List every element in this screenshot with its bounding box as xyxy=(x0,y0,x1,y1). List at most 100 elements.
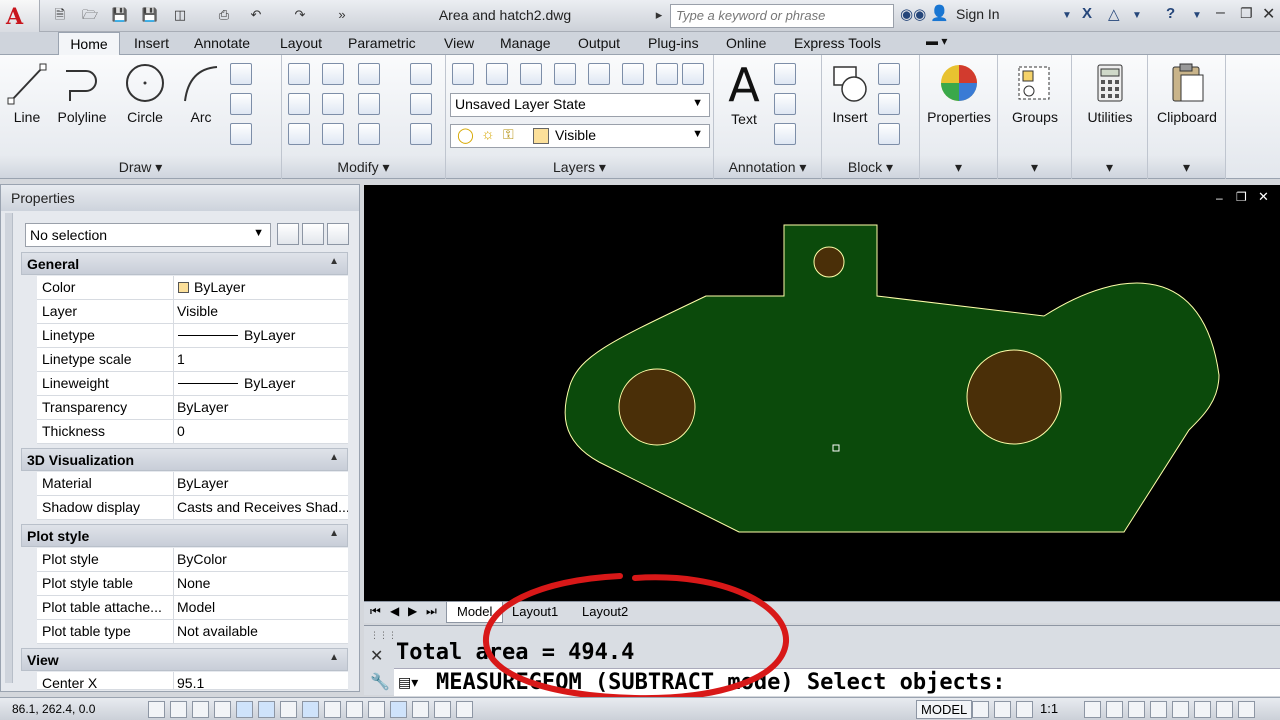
section-3d-visualization[interactable]: 3D Visualization ▲ xyxy=(21,448,348,471)
tab-express-tools[interactable]: Express Tools xyxy=(794,35,881,51)
prop-row-lineweight[interactable]: Lineweight ByLayer xyxy=(37,372,348,396)
clipboard-panel-expand[interactable]: ▾ xyxy=(1148,156,1225,178)
section-general[interactable]: General ▲ xyxy=(21,252,348,275)
toggle-pickadd-icon[interactable] xyxy=(277,223,299,245)
select-objects-icon[interactable] xyxy=(302,223,324,245)
customize-wrench-icon[interactable]: 🔧 xyxy=(370,672,390,692)
tab-home[interactable]: Home xyxy=(58,32,120,56)
save-as-icon[interactable]: 💾 xyxy=(140,5,160,25)
prop-row-center-x[interactable]: Center X 95.1 xyxy=(37,672,348,690)
mirror-icon[interactable] xyxy=(322,93,344,115)
prop-row-layer[interactable]: Layer Visible xyxy=(37,300,348,324)
restore-icon[interactable]: ❐ xyxy=(1240,5,1253,22)
tab-layout[interactable]: Layout xyxy=(280,35,322,51)
prop-row-linetype-scale[interactable]: Linetype scale 1 xyxy=(37,348,348,372)
minimize-icon[interactable]: – xyxy=(1216,4,1225,22)
lineweight-icon[interactable] xyxy=(368,701,385,718)
dimension-icon[interactable] xyxy=(774,63,796,85)
polar-tracking-icon[interactable] xyxy=(236,701,253,718)
offset-icon[interactable] xyxy=(410,123,432,145)
table-icon[interactable] xyxy=(774,123,796,145)
prop-row-transparency[interactable]: Transparency ByLayer xyxy=(37,396,348,420)
block-panel-title[interactable]: Block ▾ xyxy=(822,156,919,178)
tab-plug-ins[interactable]: Plug-ins xyxy=(648,35,699,51)
prop-row-plot-table-attached[interactable]: Plot table attache... Model xyxy=(37,596,348,620)
quick-select-icon[interactable] xyxy=(327,223,349,245)
edit-attributes-icon[interactable] xyxy=(878,123,900,145)
prop-row-plot-style-table[interactable]: Plot style table None xyxy=(37,572,348,596)
binoculars-icon[interactable]: ◉◉ xyxy=(900,5,926,23)
close-icon[interactable]: ✕ xyxy=(1262,4,1275,24)
quick-view-drawings-icon[interactable] xyxy=(994,701,1011,718)
redo-icon[interactable]: ↷ xyxy=(290,5,310,25)
left-hole-circle[interactable] xyxy=(618,368,696,446)
text-button[interactable]: A Text xyxy=(720,59,768,127)
last-layout-icon[interactable]: ⏭ xyxy=(426,604,437,619)
fillet-icon[interactable] xyxy=(358,93,380,115)
open-icon[interactable]: 🗁 xyxy=(80,5,100,25)
tab-annotate[interactable]: Annotate xyxy=(194,35,250,51)
status-menu-icon[interactable] xyxy=(1216,701,1233,718)
prop-row-color[interactable]: Color ByLayer xyxy=(37,276,348,300)
snap-mode-icon[interactable] xyxy=(170,701,187,718)
infer-constraints-icon[interactable] xyxy=(148,701,165,718)
properties-palette-title[interactable]: Properties xyxy=(1,185,359,211)
explode-icon[interactable] xyxy=(410,93,432,115)
layer-freeze-icon[interactable] xyxy=(588,63,610,85)
ortho-mode-icon[interactable] xyxy=(214,701,231,718)
line-button[interactable]: Line xyxy=(4,61,50,125)
scale-icon[interactable] xyxy=(322,123,344,145)
auto-scale-icon[interactable] xyxy=(1106,701,1123,718)
help-icon[interactable]: ? xyxy=(1166,5,1175,22)
annotation-panel-title[interactable]: Annotation ▾ xyxy=(714,156,821,178)
erase-icon[interactable] xyxy=(410,63,432,85)
ribbon-toggle-icon[interactable]: ▬ ▾ xyxy=(926,34,947,48)
layers-panel-title[interactable]: Layers ▾ xyxy=(446,156,713,178)
copy-icon[interactable] xyxy=(288,93,310,115)
plot-preview-icon[interactable]: ◫ xyxy=(170,5,190,25)
edit-block-icon[interactable] xyxy=(878,93,900,115)
layer-match-icon[interactable] xyxy=(486,63,508,85)
layer-previous-icon[interactable] xyxy=(520,63,542,85)
command-close-icon[interactable]: ✕ xyxy=(370,646,383,666)
transparency-icon[interactable] xyxy=(390,701,407,718)
layer-state-combo[interactable]: Unsaved Layer State ▼ xyxy=(450,93,710,117)
object-snap-icon[interactable] xyxy=(258,701,275,718)
layer-off-icon[interactable] xyxy=(622,63,644,85)
groups-button[interactable]: Groups xyxy=(1000,61,1070,125)
layer-on-icon[interactable] xyxy=(682,63,704,85)
allow-ucs-icon[interactable] xyxy=(324,701,341,718)
coordinates-readout[interactable]: 86.1, 262.4, 0.0 xyxy=(12,702,95,716)
next-layout-icon[interactable]: ▶ xyxy=(408,604,417,618)
prop-row-plot-table-type[interactable]: Plot table type Not available xyxy=(37,620,348,644)
utilities-panel-expand[interactable]: ▾ xyxy=(1072,156,1147,178)
selection-cycling-icon[interactable] xyxy=(434,701,451,718)
move-icon[interactable] xyxy=(288,63,310,85)
annotation-scale-icon[interactable] xyxy=(1016,701,1033,718)
create-block-icon[interactable] xyxy=(878,63,900,85)
workspace-switching-icon[interactable] xyxy=(1128,701,1145,718)
prop-row-plot-style[interactable]: Plot style ByColor xyxy=(37,548,348,572)
properties-button[interactable]: Properties xyxy=(922,61,996,125)
grip-icon[interactable]: ⋮⋮⋮ xyxy=(370,630,397,641)
circle-button[interactable]: Circle xyxy=(120,61,170,125)
tab-parametric[interactable]: Parametric xyxy=(348,35,416,51)
polyline-button[interactable]: Polyline xyxy=(54,61,110,125)
modify-panel-title[interactable]: Modify ▾ xyxy=(282,156,445,178)
tab-output[interactable]: Output xyxy=(578,35,620,51)
clean-screen-icon[interactable] xyxy=(1238,701,1255,718)
undo-icon[interactable]: ↶ xyxy=(246,5,266,25)
new-icon[interactable]: 🗎 xyxy=(50,5,70,25)
dynamic-input-icon[interactable] xyxy=(346,701,363,718)
layer-properties-icon[interactable] xyxy=(452,63,474,85)
search-expand-icon[interactable]: ▸ xyxy=(652,5,666,25)
autodesk-360-icon[interactable]: △ xyxy=(1108,5,1120,23)
annotation-monitor-icon[interactable] xyxy=(456,701,473,718)
rotate-icon[interactable] xyxy=(322,63,344,85)
properties-panel-expand[interactable]: ▾ xyxy=(920,156,997,178)
arc-button[interactable]: Arc xyxy=(178,61,224,125)
stay-connected-dropdown-icon[interactable]: ▼ xyxy=(1132,10,1142,21)
sign-in-dropdown-icon[interactable]: ▼ xyxy=(1062,10,1072,21)
prev-layout-icon[interactable]: ◀ xyxy=(390,604,399,618)
rectangle-icon[interactable] xyxy=(230,63,252,85)
